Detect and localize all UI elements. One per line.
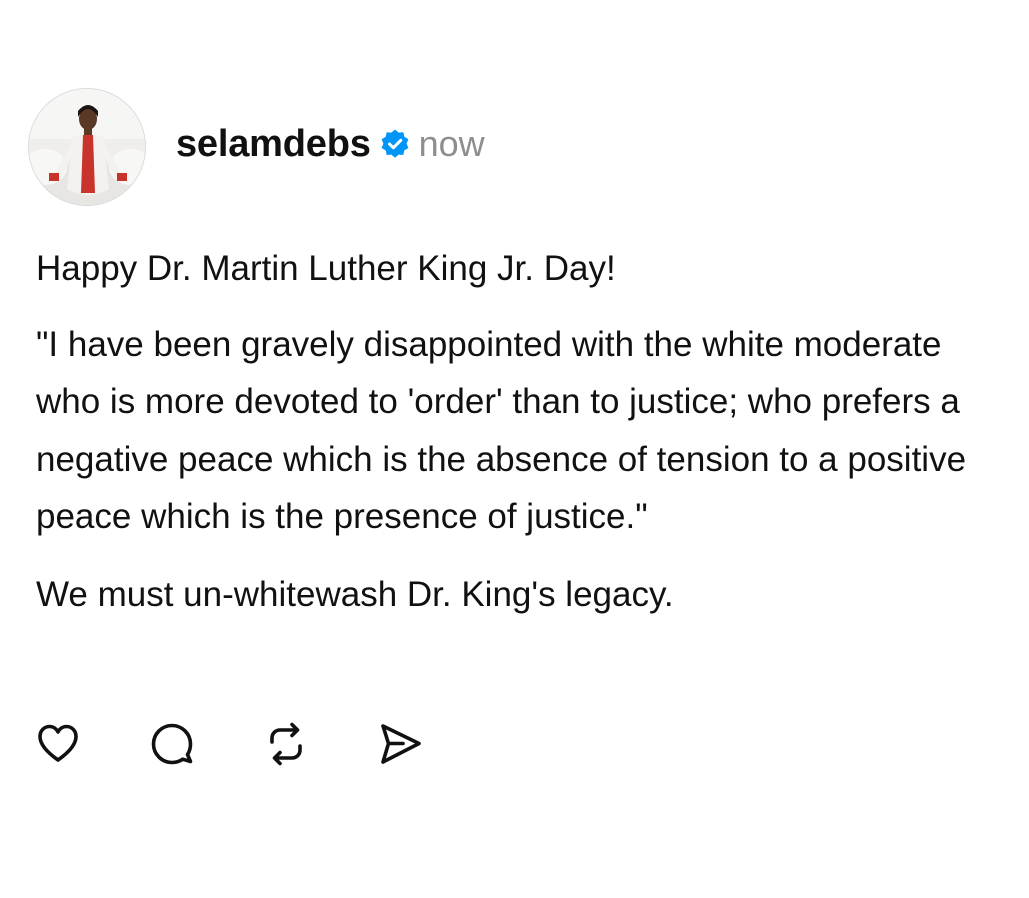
username[interactable]: selamdebs — [176, 123, 371, 166]
share-icon — [381, 724, 421, 764]
post-text-quote: "I have been gravely disappointed with t… — [36, 324, 967, 537]
share-button[interactable] — [376, 720, 424, 768]
comment-button[interactable] — [148, 720, 196, 768]
like-button[interactable] — [34, 720, 82, 768]
post-header: selamdebs now — [28, 87, 485, 207]
post-text-closing: We must un-whitewash Dr. King's legacy. — [36, 574, 674, 614]
avatar[interactable] — [28, 88, 146, 206]
post-meta: selamdebs now — [176, 123, 485, 166]
thread-post: selamdebs now Happy Dr. Martin Luther Ki… — [0, 0, 1029, 898]
post-actions — [34, 720, 490, 768]
post-text-greeting: Happy Dr. Martin Luther King Jr. Day! — [36, 249, 616, 288]
comment-icon — [151, 723, 193, 765]
timestamp: now — [418, 123, 485, 164]
verified-badge-icon — [379, 128, 411, 160]
repost-button[interactable] — [262, 720, 310, 768]
profile-photo — [29, 89, 145, 205]
heart-icon — [38, 724, 78, 762]
repost-icon — [270, 722, 302, 766]
post-body: Happy Dr. Martin Luther King Jr. Day! "I… — [36, 240, 1011, 623]
